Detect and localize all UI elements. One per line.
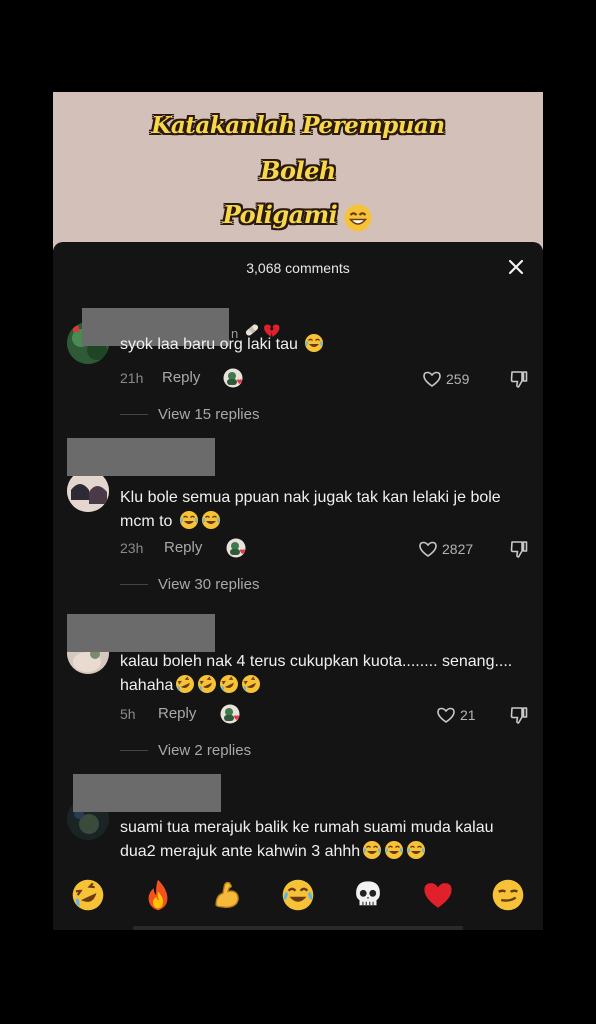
avatar[interactable] <box>67 470 109 512</box>
video-preview[interactable]: Katakanlah Perempuan Boleh Poligami <box>53 92 543 250</box>
dislike-icon[interactable] <box>508 538 530 560</box>
redacted-username <box>73 774 221 812</box>
reply-button[interactable]: Reply <box>158 705 196 722</box>
like-button[interactable]: 259 <box>422 368 469 390</box>
creator-liked-badge-icon <box>226 538 246 558</box>
tears-of-joy-icon[interactable] <box>281 878 315 912</box>
divider <box>120 749 148 751</box>
comment-time: 23h <box>120 540 144 556</box>
caption-line-1: Katakanlah Perempuan <box>151 112 445 139</box>
comment-actions: 23h Reply 2827 <box>120 538 530 560</box>
like-count: 2827 <box>442 541 474 557</box>
view-replies-label: View 30 replies <box>158 575 260 593</box>
comments-sheet: 3,068 comments n syok laa baru org laki … <box>53 242 543 930</box>
home-indicator <box>133 926 463 930</box>
creator-liked-badge-icon <box>223 368 243 388</box>
caption-line-3-text: Poligami <box>222 200 338 229</box>
divider <box>120 583 148 585</box>
rolling-on-floor-laughing-icon <box>241 674 262 694</box>
redacted-username <box>67 614 215 652</box>
quick-emoji-bar <box>53 872 543 918</box>
comment-time: 21h <box>120 370 144 386</box>
heart-outline-icon <box>419 541 437 557</box>
rolling-on-floor-laughing-icon <box>219 674 240 694</box>
comment-text: Klu bole semua ppuan nak jugak tak kan l… <box>120 486 530 534</box>
dislike-icon[interactable] <box>508 704 530 726</box>
close-icon[interactable] <box>505 256 527 278</box>
tears-of-joy-icon <box>179 510 199 530</box>
comment-text-body: suami tua merajuk balik ke rumah suami m… <box>120 819 494 860</box>
view-replies-label: View 15 replies <box>158 405 260 423</box>
grinning-face-icon <box>343 202 373 233</box>
rolling-on-floor-laughing-icon <box>197 674 218 694</box>
tears-of-joy-icon <box>384 840 404 860</box>
skull-icon[interactable] <box>351 878 385 912</box>
fire-icon[interactable] <box>141 878 175 912</box>
comment-text: kalau boleh nak 4 terus cukupkan kuota..… <box>120 650 530 698</box>
caption-line-2: Boleh <box>260 156 336 185</box>
view-replies-button[interactable]: View 2 replies <box>120 740 251 760</box>
tears-of-joy-icon <box>201 510 221 530</box>
view-replies-button[interactable]: View 15 replies <box>120 404 259 424</box>
tears-of-joy-icon <box>304 333 325 353</box>
smirking-face-icon[interactable] <box>491 878 525 912</box>
rolling-on-floor-laughing-icon[interactable] <box>71 878 105 912</box>
comment-text: suami tua merajuk balik ke rumah suami m… <box>120 816 530 864</box>
view-replies-label: View 2 replies <box>158 741 252 759</box>
comment-item: suami tua merajuk balik ke rumah suami m… <box>53 774 543 884</box>
comment-text-body: Klu bole semua ppuan nak jugak tak kan l… <box>120 489 501 530</box>
redacted-username <box>67 438 215 476</box>
like-count: 21 <box>460 707 476 723</box>
comment-item: n syok laa baru org laki tau 21h Reply 2… <box>53 308 543 438</box>
like-button[interactable]: 21 <box>436 704 476 726</box>
rolling-on-floor-laughing-icon <box>175 674 196 694</box>
dislike-icon[interactable] <box>508 368 530 390</box>
divider <box>120 413 148 415</box>
flexed-biceps-icon[interactable] <box>211 878 245 912</box>
comment-time: 5h <box>120 706 136 722</box>
comment-text-body: syok laa baru org laki tau <box>120 336 298 353</box>
tiktok-screen: Katakanlah Perempuan Boleh Poligami 3,06… <box>53 92 543 930</box>
comment-item: Klu bole semua ppuan nak jugak tak kan l… <box>53 438 543 598</box>
comment-actions: 5h Reply 21 <box>120 704 530 726</box>
tears-of-joy-icon <box>406 840 426 860</box>
heart-outline-icon <box>423 371 441 387</box>
view-replies-button[interactable]: View 30 replies <box>120 574 259 594</box>
comment-text: syok laa baru org laki tau <box>120 333 530 357</box>
creator-liked-badge-icon <box>220 704 240 724</box>
red-heart-icon[interactable] <box>421 878 455 912</box>
like-button[interactable]: 2827 <box>418 538 473 560</box>
reply-button[interactable]: Reply <box>164 539 202 556</box>
caption-line-3: Poligami <box>53 200 543 233</box>
avatar-image <box>67 470 109 512</box>
comment-actions: 21h Reply 259 <box>120 368 530 390</box>
heart-outline-icon <box>437 707 455 723</box>
comments-count-title: 3,068 comments <box>246 260 350 276</box>
tears-of-joy-icon <box>362 840 382 860</box>
reply-button[interactable]: Reply <box>162 369 200 386</box>
like-count: 259 <box>446 371 470 387</box>
comment-item: kalau boleh nak 4 terus cukupkan kuota..… <box>53 614 543 764</box>
